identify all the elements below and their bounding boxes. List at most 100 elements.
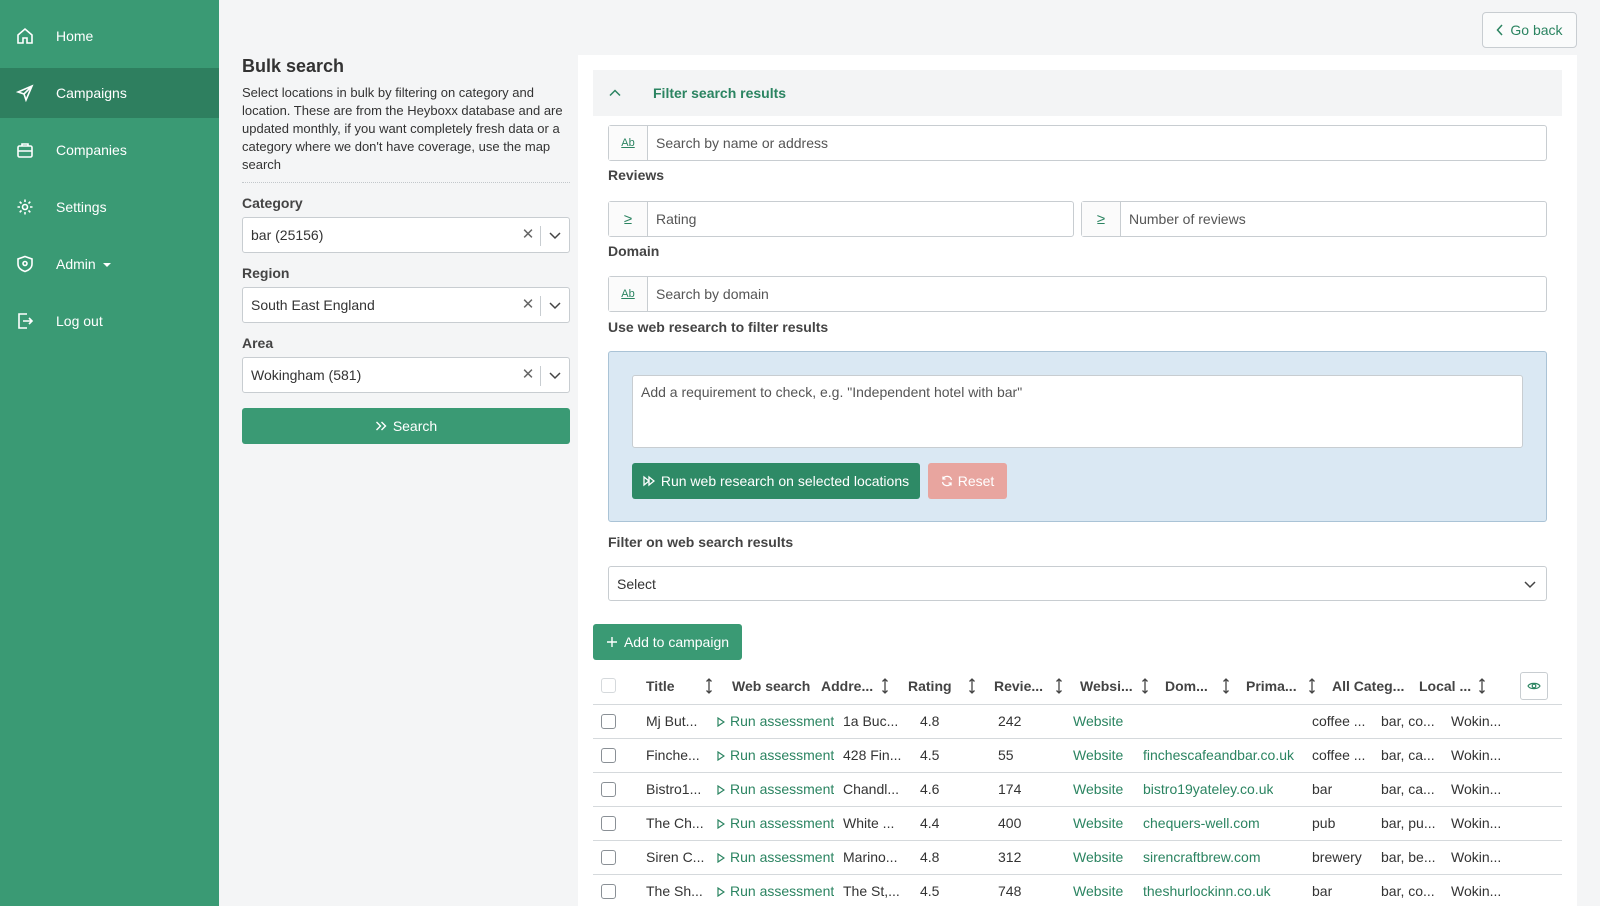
cell-primary: bar [1312,883,1333,899]
clear-icon[interactable]: ✕ [521,297,535,312]
rating-input[interactable]: Rating [648,211,696,227]
bulk-search-description: Select locations in bulk by filtering on… [242,84,570,183]
search-button[interactable]: Search [242,408,570,444]
add-to-campaign-button[interactable]: Add to campaign [593,624,742,660]
table-row[interactable]: The Sh... Run assessment The St,... 4.5 748 W… [593,875,1562,906]
run-assessment-link[interactable]: Run assessment [730,705,834,738]
row-checkbox[interactable] [601,714,616,729]
run-assessment-link[interactable]: Run assessment [730,773,834,806]
cell-web-search[interactable]: Run assessment [717,807,834,840]
cell-domain[interactable]: finchescafeandbar.co.uk [1143,739,1294,772]
table-row[interactable]: Finche... Run assessment 428 Fin... 4.5 55 We… [593,739,1562,773]
sidebar-item-campaigns[interactable]: Campaigns [0,68,219,118]
text-match-icon: Ab [609,126,648,160]
cell-website[interactable]: Website [1073,841,1123,874]
row-checkbox[interactable] [601,748,616,763]
chevron-down-icon[interactable] [549,229,561,241]
run-web-research-label: Run web research on selected locations [660,473,910,489]
filter-accordion-header[interactable]: Filter search results [593,70,1562,116]
sort-icon[interactable] [968,678,976,694]
run-assessment-link[interactable]: Run assessment [730,739,834,772]
clear-icon[interactable]: ✕ [521,227,535,242]
name-search-input[interactable]: Search by name or address [648,135,828,151]
cell-local: Wokin... [1451,747,1502,763]
cell-website[interactable]: Website [1073,807,1123,840]
requirement-input[interactable]: Add a requirement to check, e.g. "Indepe… [632,375,1523,448]
area-select[interactable]: Wokingham (581) ✕ [242,357,570,393]
cell-website[interactable]: Website [1073,739,1123,772]
rating-filter[interactable]: ≥ Rating [608,201,1074,237]
sidebar-item-home[interactable]: Home [0,11,219,61]
sort-icon[interactable] [881,678,889,694]
cell-all-categories: bar, be... [1381,849,1436,865]
row-checkbox[interactable] [601,884,616,899]
name-address-search[interactable]: Ab Search by name or address [608,125,1547,161]
reset-button[interactable]: Reset [928,463,1007,499]
chevron-down-icon[interactable] [549,299,561,311]
table-row[interactable]: Bistro1... Run assessment Chandl... 4.6 174 W… [593,773,1562,807]
cell-website[interactable]: Website [1073,705,1123,738]
run-assessment-link[interactable]: Run assessment [730,875,834,906]
region-select[interactable]: South East England ✕ [242,287,570,323]
num-reviews-input[interactable]: Number of reviews [1121,211,1246,227]
column-header-all-categories[interactable]: All Categ... [1332,668,1404,705]
column-header-domain[interactable]: Dom... [1165,668,1208,705]
web-search-filter-select[interactable]: Select [608,566,1547,601]
cell-domain[interactable]: bistro19yateley.co.uk [1143,773,1273,806]
cell-web-search[interactable]: Run assessment [717,773,834,806]
sidebar-item-logout[interactable]: Log out [0,296,219,346]
column-visibility-button[interactable] [1520,672,1548,700]
cell-domain[interactable]: sirencraftbrew.com [1143,841,1260,874]
cell-rating: 4.4 [920,815,940,831]
play-icon [717,852,725,863]
category-select[interactable]: bar (25156) ✕ [242,217,570,253]
cell-website[interactable]: Website [1073,875,1123,906]
num-reviews-filter[interactable]: ≥ Number of reviews [1081,201,1547,237]
play-icon [717,716,725,727]
domain-input[interactable]: Search by domain [648,286,769,302]
column-header-web-search[interactable]: Web search [732,668,810,705]
sort-icon[interactable] [1222,678,1230,694]
table-row[interactable]: The Ch... Run assessment White ... 4.4 400 We… [593,807,1562,841]
cell-website[interactable]: Website [1073,773,1123,806]
cell-address: White ... [843,815,895,831]
cell-web-search[interactable]: Run assessment [717,705,834,738]
column-header-local[interactable]: Local ... [1419,668,1471,705]
cell-web-search[interactable]: Run assessment [717,739,834,772]
sidebar-item-settings[interactable]: Settings [0,182,219,232]
cell-reviews: 312 [998,849,1022,865]
table-row[interactable]: Mj But... Run assessment 1a Buc... 4.8 242 We… [593,705,1562,739]
sort-icon[interactable] [1141,678,1149,694]
sort-icon[interactable] [705,678,713,694]
run-assessment-link[interactable]: Run assessment [730,807,834,840]
cell-primary: pub [1312,815,1336,831]
column-header-reviews[interactable]: Revie... [994,668,1043,705]
sidebar-item-admin[interactable]: Admin [0,239,219,289]
column-header-website[interactable]: Websi... [1080,668,1133,705]
cell-all-categories: bar, ca... [1381,747,1435,763]
row-checkbox[interactable] [601,816,616,831]
run-assessment-link[interactable]: Run assessment [730,841,834,874]
go-back-button[interactable]: Go back [1482,12,1577,48]
row-checkbox[interactable] [601,782,616,797]
cell-web-search[interactable]: Run assessment [717,841,834,874]
run-web-research-button[interactable]: Run web research on selected locations [632,463,920,499]
sort-icon[interactable] [1055,678,1063,694]
select-all-checkbox[interactable] [601,678,616,693]
domain-search[interactable]: Ab Search by domain [608,276,1547,312]
column-header-rating[interactable]: Rating [908,668,952,705]
cell-domain[interactable]: theshurlockinn.co.uk [1143,875,1271,906]
column-header-primary[interactable]: Prima... [1246,668,1297,705]
chevron-down-icon[interactable] [549,369,561,381]
cell-web-search[interactable]: Run assessment [717,875,834,906]
table-row[interactable]: Siren C... Run assessment Marino... 4.8 312 W… [593,841,1562,875]
cell-primary: bar [1312,781,1333,797]
cell-domain[interactable]: chequers-well.com [1143,807,1260,840]
sort-icon[interactable] [1478,678,1486,694]
row-checkbox[interactable] [601,850,616,865]
sort-icon[interactable] [1308,678,1316,694]
column-header-address[interactable]: Addre... [821,668,873,705]
column-header-title[interactable]: Title [646,668,675,705]
clear-icon[interactable]: ✕ [521,367,535,382]
sidebar-item-companies[interactable]: Companies [0,125,219,175]
